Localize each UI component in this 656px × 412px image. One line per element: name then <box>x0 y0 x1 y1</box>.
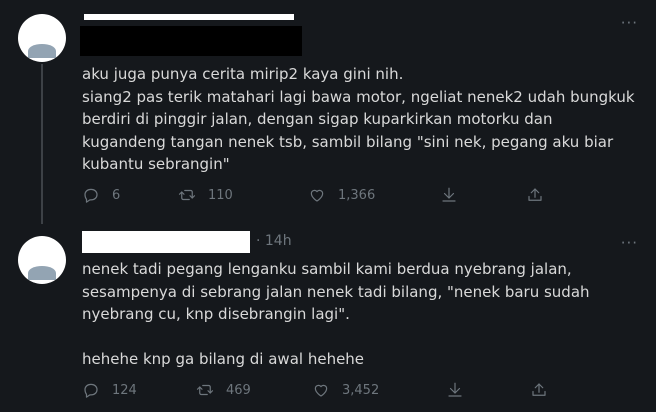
reply-count: 124 <box>112 382 137 398</box>
avatar-silhouette <box>28 44 56 58</box>
tweet-1[interactable]: ··· aku juga punya cerita mirip2 kaya gi… <box>0 0 656 228</box>
tweet-2[interactable]: · 14h ··· nenek tadi pegang lenganku sam… <box>0 226 656 412</box>
like-icon <box>310 189 324 202</box>
share-button[interactable] <box>526 184 544 206</box>
retweet-icon <box>178 189 196 201</box>
tweet-actions: 6 110 1,366 <box>82 184 562 206</box>
tweet-text: aku juga punya cerita mirip2 kaya gini n… <box>82 65 635 173</box>
redacted-username <box>84 14 294 20</box>
like-icon <box>314 384 328 397</box>
tweet-timestamp[interactable]: · 14h <box>256 233 292 249</box>
like-count: 1,366 <box>338 187 376 203</box>
download-icon <box>442 187 456 202</box>
redacted-name-bar <box>80 26 302 56</box>
share-icon <box>528 188 542 201</box>
tweet-text: nenek tadi pegang lenganku sambil kami b… <box>82 260 590 368</box>
share-button[interactable] <box>530 379 548 401</box>
reply-count: 6 <box>112 187 121 203</box>
retweet-count: 469 <box>226 382 251 398</box>
retweet-icon <box>196 384 214 396</box>
more-options-button[interactable]: ··· <box>621 234 638 252</box>
reply-icon <box>84 188 98 203</box>
download-button[interactable] <box>446 379 464 401</box>
retweet-count: 110 <box>208 187 233 203</box>
reply-button[interactable]: 6 <box>82 184 120 206</box>
download-icon <box>448 382 462 397</box>
reply-button[interactable]: 124 <box>82 379 137 401</box>
retweet-button[interactable]: 110 <box>178 184 233 206</box>
redacted-name <box>82 231 250 253</box>
tweet-actions: 124 469 3,452 <box>82 379 562 401</box>
like-button[interactable]: 1,366 <box>308 184 375 206</box>
reply-icon <box>84 383 98 398</box>
avatar[interactable] <box>18 236 66 284</box>
like-button[interactable]: 3,452 <box>312 379 379 401</box>
like-count: 3,452 <box>342 382 380 398</box>
more-options-button[interactable]: ··· <box>621 14 638 32</box>
download-button[interactable] <box>440 184 458 206</box>
thread-line <box>41 64 43 224</box>
avatar-silhouette <box>28 266 56 280</box>
share-icon <box>532 383 546 396</box>
retweet-button[interactable]: 469 <box>196 379 251 401</box>
avatar[interactable] <box>18 14 66 62</box>
